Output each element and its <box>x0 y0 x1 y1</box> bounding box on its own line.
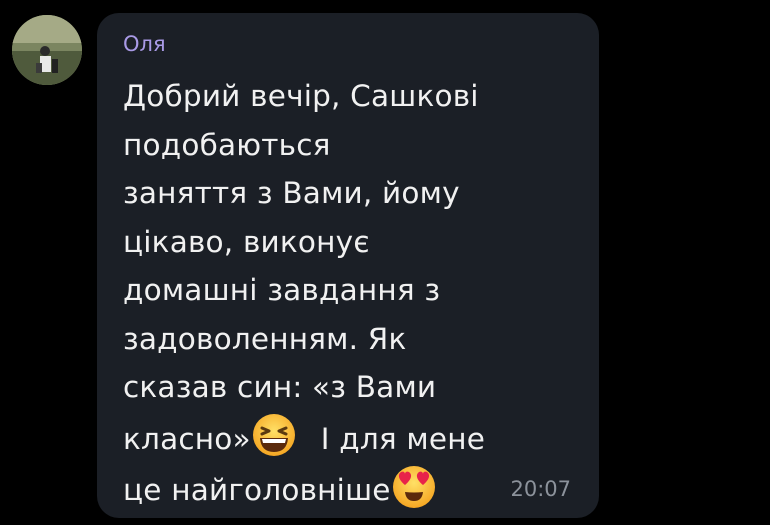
message-segment: це найголовніше <box>123 473 391 507</box>
message-line: класно» І для мене <box>123 412 583 464</box>
message-line: задоволенням. Як <box>123 321 407 356</box>
message-segment: І для мене <box>320 421 486 456</box>
message-segment: класно» <box>123 421 251 456</box>
avatar[interactable] <box>12 15 82 85</box>
message-line: сказав син: «з Вами <box>123 370 437 404</box>
message-line: Добрий вечір, Сашкові <box>123 79 479 113</box>
sender-name[interactable]: Оля <box>123 34 166 55</box>
message-line: цікаво, виконує <box>123 224 370 259</box>
message-timestamp: 20:07 <box>510 477 571 501</box>
message-line: заняття з Вами, йому <box>123 176 460 210</box>
chat-view: Оля Добрий вечір, Сашкові подобаються за… <box>0 0 770 525</box>
message-text: Добрий вечір, Сашкові подобаються занятт… <box>123 72 583 515</box>
heart-eyes-face-icon <box>391 463 437 509</box>
message-bubble[interactable]: Оля Добрий вечір, Сашкові подобаються за… <box>97 13 599 518</box>
grinning-squinting-face-icon <box>251 412 297 458</box>
message-line: подобаються <box>123 127 331 162</box>
message-line: домашні завдання з <box>123 273 441 307</box>
